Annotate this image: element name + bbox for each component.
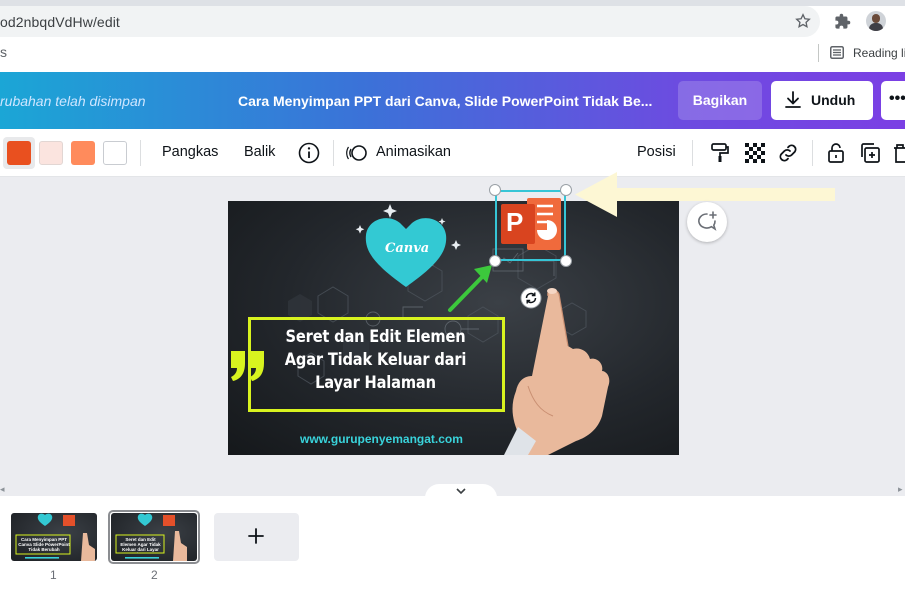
share-button[interactable]: Bagikan bbox=[678, 81, 762, 120]
page-number-1: 1 bbox=[50, 568, 57, 582]
thumbnail-caption: Cara Menyimpan PPT Canva Slide PowerPoin… bbox=[18, 537, 70, 552]
slide-website: www.gurupenyemangat.com bbox=[300, 432, 463, 446]
resize-handle-bottom-right[interactable] bbox=[560, 255, 572, 267]
slide-canvas[interactable]: Canva Seret dan Edit Elemen Agar Tidak K… bbox=[228, 201, 679, 455]
download-icon bbox=[785, 91, 801, 108]
selection-frame bbox=[495, 190, 566, 261]
animate-button[interactable]: Animasikan bbox=[376, 144, 451, 160]
comment-add-icon bbox=[698, 211, 717, 231]
star-bookmark-icon[interactable] bbox=[795, 13, 811, 29]
more-options-button[interactable]: ••• bbox=[881, 81, 905, 120]
add-page-button[interactable] bbox=[214, 513, 299, 561]
download-button[interactable]: Unduh bbox=[771, 81, 873, 120]
bookmarks-divider bbox=[818, 44, 819, 62]
crop-button[interactable]: Pangkas bbox=[162, 144, 218, 160]
resize-handle-top-left[interactable] bbox=[489, 184, 501, 196]
save-status: rubahan telah disimpan bbox=[0, 93, 146, 109]
delete-icon[interactable] bbox=[892, 141, 905, 165]
extensions-puzzle-icon[interactable] bbox=[834, 13, 851, 30]
scroll-right-arrow[interactable]: ▸ bbox=[898, 484, 903, 495]
color-swatch-1[interactable] bbox=[7, 141, 31, 165]
toolbar-divider bbox=[692, 140, 693, 166]
duplicate-icon[interactable] bbox=[858, 141, 882, 165]
transparency-icon[interactable] bbox=[743, 141, 767, 165]
address-bar[interactable] bbox=[0, 6, 820, 37]
headline-line-1: Seret dan Edit Elemen bbox=[285, 327, 466, 347]
flip-button[interactable]: Balik bbox=[244, 144, 275, 160]
page-number-2: 2 bbox=[151, 568, 158, 582]
color-swatch-4[interactable] bbox=[103, 141, 127, 165]
download-label: Unduh bbox=[811, 92, 856, 108]
link-icon[interactable] bbox=[776, 141, 800, 165]
animate-icon[interactable] bbox=[346, 141, 370, 165]
resize-handle-top-right[interactable] bbox=[560, 184, 572, 196]
color-swatch-3[interactable] bbox=[71, 141, 95, 165]
scroll-left-arrow[interactable]: ◂ bbox=[0, 484, 5, 495]
headline-line-3: Layar Halaman bbox=[315, 373, 436, 393]
profile-avatar[interactable] bbox=[866, 11, 886, 31]
page-thumbnail-1[interactable]: Cara Menyimpan PPT Canva Slide PowerPoin… bbox=[11, 513, 97, 561]
url-text[interactable]: od2nbqdVdHw/edit bbox=[0, 14, 120, 30]
toolbar-divider bbox=[333, 140, 334, 166]
plus-icon bbox=[248, 528, 264, 544]
reading-list-label[interactable]: Reading li bbox=[853, 46, 905, 60]
headline-line-2: Agar Tidak Keluar dari bbox=[284, 350, 467, 370]
reading-list-icon[interactable] bbox=[830, 46, 844, 59]
bookmarks-overflow[interactable]: s bbox=[0, 44, 7, 60]
lock-icon[interactable] bbox=[824, 141, 848, 165]
add-comment-button[interactable] bbox=[687, 202, 727, 242]
toolbar-divider bbox=[812, 140, 813, 166]
paint-roller-icon[interactable] bbox=[708, 141, 732, 165]
resize-handle-bottom-left[interactable] bbox=[489, 255, 501, 267]
position-button[interactable]: Posisi bbox=[637, 144, 676, 160]
toolbar-divider bbox=[140, 140, 141, 166]
document-title[interactable]: Cara Menyimpan PPT dari Canva, Slide Pow… bbox=[238, 93, 652, 109]
color-swatch-2[interactable] bbox=[39, 141, 63, 165]
thumbnail-caption: Seret dan Edit Elemen Agar Tidak Keluar … bbox=[120, 537, 161, 553]
rotate-handle-icon[interactable] bbox=[520, 287, 542, 309]
canva-logo-text: Canva bbox=[385, 241, 430, 256]
page-thumbnail-2[interactable]: Seret dan Edit Elemen Agar Tidak Keluar … bbox=[111, 513, 197, 561]
chevron-down-icon[interactable] bbox=[455, 486, 467, 496]
info-icon[interactable] bbox=[297, 141, 321, 165]
slide-headline[interactable]: Seret dan Edit Elemen Agar Tidak Keluar … bbox=[266, 326, 485, 395]
